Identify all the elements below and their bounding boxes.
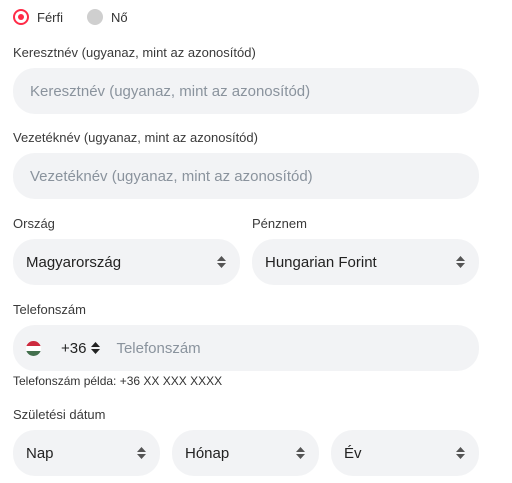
currency-value: Hungarian Forint [265,253,377,271]
flag-stripe-green [26,350,41,356]
hungary-flag-icon [26,340,41,356]
phone-prefix-select[interactable]: +36 [61,339,101,357]
birth-day-select[interactable]: Nap [13,430,160,476]
birth-month-value: Hónap [185,444,230,462]
first-name-label: Keresztnév (ugyanaz, mint az azonosítód) [13,45,256,60]
first-name-input[interactable] [13,68,479,114]
sort-updown-icon [456,447,465,459]
currency-label: Pénznem [252,216,307,231]
sort-updown-icon [91,342,101,354]
gender-male-label: Férfi [37,9,63,25]
phone-input-wrap [116,325,479,371]
last-name-label: Vezetéknév (ugyanaz, mint az azonosítód) [13,130,258,145]
birth-year-value: Év [344,444,362,462]
phone-input[interactable] [116,325,479,371]
country-select[interactable]: Magyarország [13,239,240,285]
first-name-field[interactable] [13,68,479,114]
last-name-input[interactable] [13,153,479,199]
sort-updown-icon [456,256,465,268]
gender-radio-group: Férfi Nő [13,7,152,27]
phone-hint: Telefonszám példa: +36 XX XXX XXXX [13,374,223,388]
sort-updown-icon [137,447,146,459]
birth-month-select[interactable]: Hónap [172,430,319,476]
last-name-field[interactable] [13,153,479,199]
gender-female-label: Nő [111,9,128,25]
currency-select[interactable]: Hungarian Forint [252,239,479,285]
birthdate-label: Születési dátum [13,407,106,422]
radio-checked-icon[interactable] [13,9,29,25]
gender-option-male[interactable]: Férfi [13,9,63,25]
radio-unchecked-icon[interactable] [87,9,103,25]
gender-option-female[interactable]: Nő [87,9,128,25]
sort-updown-icon [296,447,305,459]
birth-year-select[interactable]: Év [331,430,479,476]
phone-field: +36 [13,325,479,371]
phone-label: Telefonszám [13,302,86,317]
country-label: Ország [13,216,55,231]
country-value: Magyarország [26,253,122,271]
birth-day-value: Nap [26,444,54,462]
sort-updown-icon [217,256,226,268]
phone-prefix-value: +36 [61,339,87,357]
